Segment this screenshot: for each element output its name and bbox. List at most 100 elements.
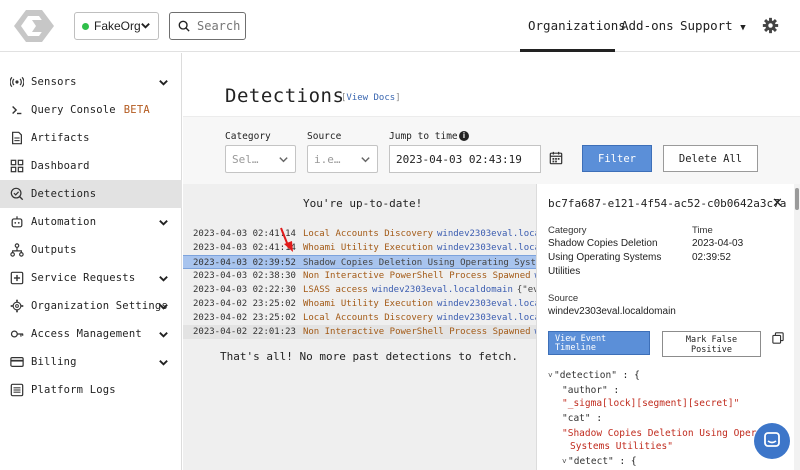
json-author-value: "_sigma[lock][segment][secret]" (562, 398, 739, 410)
time-label: Time (692, 225, 713, 236)
detection-id: bc7fa687-e121-4f54-ac52-c0b0642a3c7a (548, 197, 787, 210)
json-key: "cat" (562, 413, 591, 424)
detection-name: Local Accounts Discovery (302, 313, 433, 323)
sidebar-item-billing[interactable]: Billing (0, 348, 182, 376)
detection-host: windev2303eval.loca (437, 313, 536, 323)
nav-support[interactable]: Support ▼ (680, 18, 746, 33)
detection-time: 2023-04-03 02:38:30 (193, 271, 296, 281)
category-select[interactable]: Sel… (225, 145, 296, 173)
category-value-line: Using Operating Systems (548, 252, 662, 263)
detections-icon (10, 187, 24, 201)
limacharlie-logo-icon[interactable] (12, 8, 56, 44)
detection-row[interactable]: 2023-04-03 02:38:30 Non Interactive Power… (183, 269, 536, 283)
collapse-toggle-icon[interactable]: ˅ (562, 457, 567, 466)
detection-row-selected[interactable]: 2023-04-03 02:39:52 Shadow Copies Deletio… (183, 255, 536, 269)
list-icon (10, 383, 24, 397)
detection-row[interactable]: 2023-04-03 02:41:14 Local Accounts Discov… (183, 227, 536, 241)
detection-row[interactable]: 2023-04-03 02:22:30 LSASS access windev230… (183, 283, 536, 297)
category-value-line: Utilities (548, 266, 581, 277)
source-select[interactable]: i.e… (307, 145, 378, 173)
search-box[interactable] (169, 12, 246, 40)
detection-row[interactable]: 2023-04-02 23:25:02 Whoami Utility Execut… (183, 297, 536, 311)
detection-time: 2023-04-03 02:22:30 (193, 285, 296, 295)
json-author-line: "author" : (562, 385, 619, 397)
sidebar-item-detections[interactable]: Detections (0, 180, 182, 208)
json-cat-value-2: Systems Utilities" (570, 441, 673, 453)
mark-false-positive-line2: Positive (691, 345, 732, 355)
view-docs-link[interactable]: View Docs (346, 93, 395, 103)
top-bar: FakeOrg Organizations Add-ons Support ▼ (0, 0, 800, 52)
chevron-down-icon (159, 303, 168, 310)
chevron-down-icon (361, 157, 370, 163)
gear-icon (10, 299, 24, 313)
plus-square-icon (10, 271, 24, 285)
view-event-timeline-button[interactable]: View Event Timeline (548, 331, 650, 355)
json-punct: : (590, 413, 603, 424)
sidebar-item-access-management[interactable]: Access Management (0, 320, 182, 348)
time-value: 2023-04-03 02:39:52 (692, 237, 743, 265)
json-key: "detection" (554, 370, 617, 381)
json-punct: : { (616, 370, 640, 381)
detections-list: 2023-04-03 02:41:14 Local Accounts Discov… (183, 227, 536, 339)
delete-all-button[interactable]: Delete All (663, 145, 758, 172)
detection-row[interactable]: 2023-04-02 22:01:23 Non Interactive Power… (183, 325, 536, 339)
json-string: Systems Utilities" (570, 441, 673, 452)
chevron-down-icon (159, 359, 168, 366)
close-icon[interactable]: ✕ (772, 195, 783, 211)
json-key: "detect" (568, 456, 614, 467)
copy-icon[interactable] (772, 332, 784, 344)
sidebar-item-dashboard[interactable]: Dashboard (0, 152, 182, 180)
detection-row[interactable]: 2023-04-03 02:41:14 Whoami Utility Execut… (183, 241, 536, 255)
json-punct: : { (613, 456, 637, 467)
sidebar-item-label: Platform Logs (31, 384, 116, 396)
artifacts-icon (12, 131, 22, 145)
info-icon[interactable]: i (459, 131, 469, 141)
sidebar-item-artifacts[interactable]: Artifacts (0, 124, 182, 152)
category-value: Shadow Copies Deletion Using Operating S… (548, 237, 686, 279)
sidebar-item-outputs[interactable]: Outputs (0, 236, 182, 264)
jump-to-time-label: Jump to time (389, 131, 458, 142)
view-event-timeline-line2: Timeline (555, 343, 596, 353)
json-string: "Shadow Copies Deletion Using Oper (562, 428, 757, 439)
calendar-icon[interactable] (549, 151, 563, 165)
sidebar-item-platform-logs[interactable]: Platform Logs (0, 376, 182, 404)
collapse-toggle-icon[interactable]: ˅ (548, 371, 553, 380)
json-key: "author" (562, 385, 608, 396)
sidebar-item-organization-settings[interactable]: Organization Settings (0, 292, 182, 320)
json-punct: : (607, 385, 620, 396)
sidebar-item-label: Access Management (31, 328, 142, 340)
org-selector[interactable]: FakeOrg (74, 12, 159, 40)
nav-organizations[interactable]: Organizations (528, 18, 626, 33)
sidebar: Sensors Query Console BETA Artifacts Dash… (0, 53, 182, 470)
panel-scrollbar[interactable] (794, 184, 800, 470)
sidebar-item-query-console[interactable]: Query Console BETA (0, 96, 182, 124)
sidebar-item-service-requests[interactable]: Service Requests (0, 264, 182, 292)
dashboard-icon (10, 159, 24, 173)
sidebar-item-label: Organization Settings (31, 300, 168, 312)
jump-to-time-input[interactable]: 2023-04-03 02:43:19 (389, 145, 541, 173)
detection-name: Non Interactive PowerShell Process Spawn… (302, 327, 531, 337)
sidebar-item-sensors[interactable]: Sensors (0, 68, 182, 96)
sidebar-item-label-text: Query Console (31, 104, 116, 116)
chat-launcher-button[interactable] (754, 423, 790, 459)
chevron-down-icon (159, 331, 168, 338)
org-status-dot (82, 22, 89, 30)
red-arrow-annotation-icon (280, 227, 293, 252)
detection-extra: {"ev (516, 285, 536, 295)
chat-icon (764, 432, 780, 447)
credit-card-icon (10, 357, 24, 367)
view-docs: [View Docs] (341, 93, 401, 103)
panel-scrollbar-thumb[interactable] (795, 188, 799, 210)
gear-icon[interactable] (762, 17, 779, 34)
json-string: "_sigma[lock][segment][secret]" (562, 398, 740, 409)
nav-addons[interactable]: Add-ons (621, 18, 674, 33)
detection-row[interactable]: 2023-04-02 23:25:02 Local Accounts Discov… (183, 311, 536, 325)
detection-name: Whoami Utility Execution (302, 299, 433, 309)
mark-false-positive-button[interactable]: Mark False Positive (662, 331, 761, 357)
detection-host: windev2303eval.localdomain (371, 285, 513, 295)
search-input[interactable] (197, 19, 243, 33)
filter-button[interactable]: Filter (582, 145, 652, 172)
json-detect-line: "detect" : { (568, 456, 637, 468)
sidebar-item-automation[interactable]: Automation (0, 208, 182, 236)
search-icon (178, 20, 190, 32)
